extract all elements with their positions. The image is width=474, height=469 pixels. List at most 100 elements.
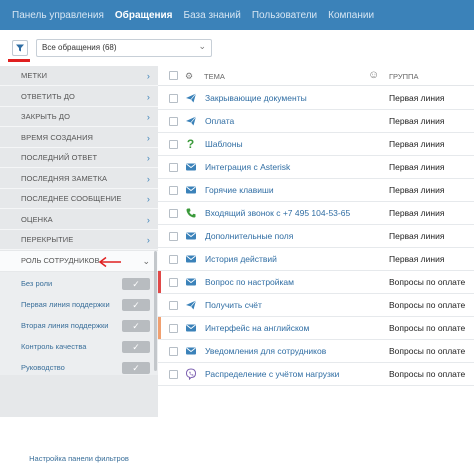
ticket-group: Первая линия	[389, 139, 445, 149]
nav-dashboard[interactable]: Панель управления	[12, 10, 104, 21]
ticket-subject-link[interactable]: Интеграция с Asterisk	[205, 162, 290, 172]
row-checkbox[interactable]	[169, 347, 178, 356]
filter-label: Перекрытие	[21, 235, 74, 244]
role-option-label: Первая линия поддержки	[21, 300, 110, 309]
row-checkbox[interactable]	[169, 324, 178, 333]
ticket-subject-link[interactable]: Уведомления для сотрудников	[205, 346, 326, 356]
row-checkbox[interactable]	[169, 301, 178, 310]
ticket-subject-link[interactable]: Оплата	[205, 116, 234, 126]
table-row[interactable]: Уведомления для сотрудников Вопросы по оп…	[158, 340, 474, 363]
table-row[interactable]: Получить счёт Вопросы по оплате	[158, 294, 474, 317]
role-options: Без роли ✓ Первая линия поддержки ✓ Вторая…	[0, 272, 158, 375]
filter-label: Последняя заметка	[21, 174, 108, 183]
role-option[interactable]: Контроль качества ✓	[0, 337, 158, 357]
role-header-label: Роль сотрудников	[21, 256, 100, 265]
table-row[interactable]: Закрывающие документы Первая линия	[158, 87, 474, 110]
ticket-subject-link[interactable]: История действий	[205, 254, 277, 264]
role-option-label: Без роли	[21, 279, 53, 288]
table-row[interactable]: Горячие клавиши Первая линия	[158, 179, 474, 202]
table-row[interactable]: Оплата Первая линия	[158, 110, 474, 133]
table-row[interactable]: История действий Первая линия	[158, 248, 474, 271]
ticket-view-select[interactable]: Все обращения (68) ⌄	[36, 39, 212, 57]
filter-close-by[interactable]: Закрыть до ›	[0, 107, 158, 127]
ticket-subject-link[interactable]: Вопрос по настройкам	[205, 277, 294, 287]
row-checkbox[interactable]	[169, 209, 178, 218]
check-toggle[interactable]: ✓	[122, 320, 150, 332]
status-marker	[158, 271, 161, 293]
ticket-group: Первая линия	[389, 162, 445, 172]
column-group[interactable]: Группа	[389, 72, 418, 81]
role-option[interactable]: Вторая линия поддержки ✓	[0, 316, 158, 336]
ticket-subject-link[interactable]: Получить счёт	[205, 300, 262, 310]
chevron-right-icon: ›	[146, 112, 150, 122]
ticket-group: Первая линия	[389, 93, 445, 103]
role-option[interactable]: Без роли ✓	[0, 274, 158, 294]
table-row[interactable]: ? Шаблоны Первая линия	[158, 133, 474, 156]
row-checkbox[interactable]	[169, 163, 178, 172]
filter-label: Метки	[21, 71, 48, 80]
row-checkbox[interactable]	[169, 94, 178, 103]
table-row[interactable]: Входящий звонок с +7 495 104-53-65 Первая…	[158, 202, 474, 225]
row-checkbox[interactable]	[169, 117, 178, 126]
filter-icon	[16, 44, 24, 52]
envelope-icon	[184, 183, 197, 196]
filter-staff-role[interactable]: Роль сотрудников ⌄	[0, 251, 158, 271]
ticket-subject-link[interactable]: Шаблоны	[205, 139, 243, 149]
sidebar-scrollbar[interactable]	[154, 251, 157, 371]
chevron-right-icon: ›	[146, 235, 150, 245]
filter-label: Оценка	[21, 215, 53, 224]
check-toggle[interactable]: ✓	[122, 362, 150, 374]
table-row[interactable]: Дополнительные поля Первая линия	[158, 225, 474, 248]
ticket-group: Первая линия	[389, 254, 445, 264]
ticket-subject-link[interactable]: Закрывающие документы	[205, 93, 307, 103]
filter-rating[interactable]: Оценка ›	[0, 210, 158, 230]
row-checkbox[interactable]	[169, 140, 178, 149]
smiley-icon[interactable]: ☺	[368, 69, 379, 81]
phone-icon	[184, 206, 197, 219]
paper-plane-icon	[184, 114, 197, 127]
status-marker	[158, 317, 161, 339]
check-toggle[interactable]: ✓	[122, 299, 150, 311]
ticket-group: Первая линия	[389, 231, 445, 241]
gear-icon[interactable]: ⚙	[185, 71, 193, 82]
column-theme[interactable]: Тема	[204, 72, 225, 81]
role-option[interactable]: Руководство ✓	[0, 358, 158, 378]
ticket-subject-link[interactable]: Горячие клавиши	[205, 185, 274, 195]
select-all-checkbox[interactable]	[169, 71, 178, 80]
check-toggle[interactable]: ✓	[122, 278, 150, 290]
filter-created-time[interactable]: Время создания ›	[0, 128, 158, 148]
nav-tickets[interactable]: Обращения	[115, 10, 173, 21]
ticket-subject-link[interactable]: Входящий звонок с +7 495 104-53-65	[205, 208, 350, 218]
row-checkbox[interactable]	[169, 186, 178, 195]
filter-last-reply[interactable]: Последний ответ ›	[0, 148, 158, 168]
chevron-down-icon: ⌄	[142, 256, 150, 266]
filter-overlap[interactable]: Перекрытие ›	[0, 230, 158, 250]
filter-toggle-button[interactable]	[12, 40, 28, 56]
row-checkbox[interactable]	[169, 255, 178, 264]
row-checkbox[interactable]	[169, 370, 178, 379]
filter-panel-settings-link[interactable]: Настройка панели фильтров	[0, 449, 158, 469]
tickets-table: ⚙ Тема ☺ Группа Закрывающие документы Пер…	[158, 66, 474, 417]
table-row[interactable]: Интерфейс на английском Вопросы по оплате	[158, 317, 474, 340]
ticket-subject-link[interactable]: Интерфейс на английском	[205, 323, 309, 333]
chevron-right-icon: ›	[146, 194, 150, 204]
table-row[interactable]: Распределение с учётом нагрузки Вопросы п…	[158, 363, 474, 386]
nav-users[interactable]: Пользователи	[252, 10, 317, 21]
nav-knowledge-base[interactable]: База знаний	[184, 10, 241, 21]
ticket-subject-link[interactable]: Дополнительные поля	[205, 231, 293, 241]
ticket-group: Первая линия	[389, 116, 445, 126]
row-checkbox[interactable]	[169, 232, 178, 241]
table-row[interactable]: Интеграция с Asterisk Первая линия	[158, 156, 474, 179]
ticket-subject-link[interactable]: Распределение с учётом нагрузки	[205, 369, 339, 379]
role-option[interactable]: Первая линия поддержки ✓	[0, 295, 158, 315]
row-checkbox[interactable]	[169, 278, 178, 287]
envelope-icon	[184, 344, 197, 357]
table-row[interactable]: Вопрос по настройкам Вопросы по оплате	[158, 271, 474, 294]
filter-reply-by[interactable]: Ответить до ›	[0, 87, 158, 107]
check-toggle[interactable]: ✓	[122, 341, 150, 353]
filter-tags[interactable]: Метки ›	[0, 66, 158, 86]
filter-last-message[interactable]: Последнее сообщение ›	[0, 189, 158, 209]
nav-companies[interactable]: Компании	[328, 10, 374, 21]
filter-last-note[interactable]: Последняя заметка ›	[0, 169, 158, 189]
chevron-right-icon: ›	[146, 133, 150, 143]
